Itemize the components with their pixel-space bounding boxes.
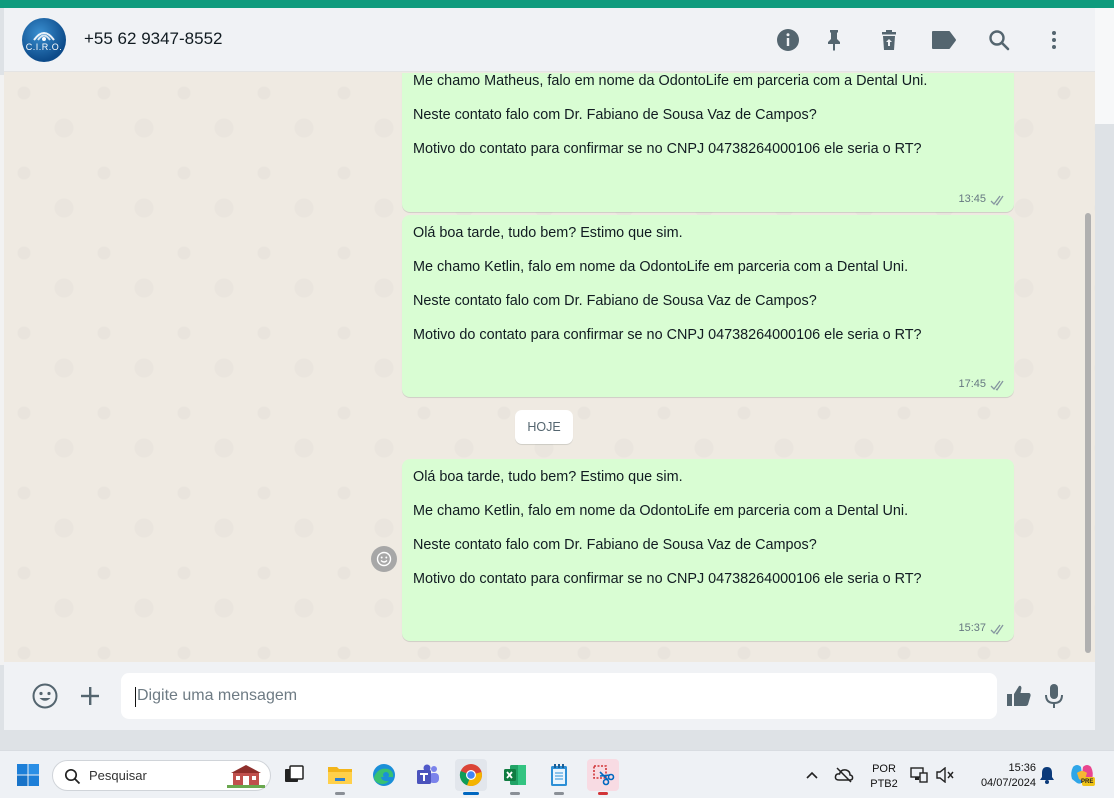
search-icon[interactable] bbox=[985, 26, 1013, 54]
running-indicator bbox=[554, 792, 564, 795]
message-time: 17:45 bbox=[958, 378, 986, 391]
menu-icon[interactable] bbox=[1040, 26, 1068, 54]
double-check-icon bbox=[990, 624, 1004, 635]
message-meta: 15:37 bbox=[958, 621, 1006, 637]
message-meta: 13:45 bbox=[958, 192, 1006, 208]
info-icon[interactable] bbox=[774, 26, 802, 54]
message-line: Neste contato falo com Dr. Fabiano de So… bbox=[413, 106, 817, 123]
show-hidden-icons-chevron-icon[interactable] bbox=[797, 759, 827, 791]
clock-time: 15:36 bbox=[1008, 762, 1036, 774]
chat-header: C.I.R.O. +55 62 9347-8552 bbox=[4, 8, 1095, 72]
microphone-icon[interactable] bbox=[1038, 680, 1070, 712]
onedrive-offline-icon[interactable] bbox=[829, 759, 859, 791]
message-bubble[interactable]: Olá boa tarde, tudo bem? Estimo que sim.… bbox=[402, 459, 1014, 641]
file-explorer-icon[interactable] bbox=[324, 759, 356, 795]
avatar[interactable]: C.I.R.O. bbox=[22, 18, 66, 62]
excel-icon[interactable] bbox=[499, 759, 531, 795]
emoji-icon[interactable] bbox=[29, 680, 61, 712]
running-indicator bbox=[510, 792, 520, 795]
whatsapp-window: C.I.R.O. +55 62 9347-8552 Me chamo Mathe… bbox=[4, 8, 1095, 730]
message-bubble[interactable]: Me chamo Matheus, falo em nome da Odonto… bbox=[402, 73, 1014, 212]
edge-icon[interactable] bbox=[368, 759, 400, 791]
search-icon bbox=[64, 768, 81, 785]
message-line: Motivo do contato para confirmar se no C… bbox=[413, 570, 922, 587]
clock[interactable]: 15:36 04/07/2024 bbox=[964, 761, 1036, 791]
message-time: 15:37 bbox=[958, 622, 986, 635]
copilot-icon[interactable]: PRE bbox=[1066, 759, 1098, 791]
pin-icon[interactable] bbox=[820, 26, 848, 54]
double-check-icon bbox=[990, 380, 1004, 391]
snipping-tool-icon[interactable] bbox=[587, 759, 619, 795]
message-line: Neste contato falo com Dr. Fabiano de So… bbox=[413, 536, 817, 553]
message-line: Me chamo Ketlin, falo em nome da OdontoL… bbox=[413, 502, 909, 519]
label-icon[interactable] bbox=[930, 26, 958, 54]
notification-bell-icon[interactable] bbox=[1036, 759, 1058, 791]
window-accent-stripe bbox=[0, 0, 1114, 8]
copilot-badge: PRE bbox=[1081, 779, 1094, 785]
avatar-logo-icon bbox=[33, 32, 55, 41]
message-input[interactable] bbox=[121, 673, 997, 719]
message-line: Motivo do contato para confirmar se no C… bbox=[413, 326, 922, 343]
message-line: Neste contato falo com Dr. Fabiano de So… bbox=[413, 292, 817, 309]
text-caret bbox=[135, 687, 136, 707]
language-label: POR bbox=[872, 763, 896, 775]
message-line: Me chamo Ketlin, falo em nome da OdontoL… bbox=[413, 258, 909, 275]
notepad-icon[interactable] bbox=[543, 759, 575, 795]
emoji-react-icon bbox=[376, 551, 392, 567]
taskbar-search[interactable]: Pesquisar bbox=[52, 760, 271, 791]
message-meta: 17:45 bbox=[958, 377, 1006, 393]
language-indicator[interactable]: POR PTB2 bbox=[866, 762, 902, 792]
running-indicator bbox=[335, 792, 345, 795]
clock-date: 04/07/2024 bbox=[980, 776, 1036, 789]
taskbar: Pesquisar POR PTB2 15:36 04/07/2024 PRE bbox=[0, 750, 1114, 798]
keyboard-layout-label: PTB2 bbox=[870, 777, 898, 790]
delete-icon[interactable] bbox=[875, 26, 903, 54]
task-view-icon[interactable] bbox=[278, 759, 310, 791]
composer bbox=[4, 662, 1095, 730]
thumbs-up-icon[interactable] bbox=[1003, 680, 1035, 712]
attach-plus-icon[interactable] bbox=[74, 680, 106, 712]
day-divider: HOJE bbox=[515, 410, 573, 444]
volume-muted-icon[interactable] bbox=[932, 759, 958, 791]
teams-icon[interactable] bbox=[412, 759, 444, 791]
background-window-edge bbox=[1095, 8, 1114, 124]
double-check-icon bbox=[990, 195, 1004, 206]
chrome-icon[interactable] bbox=[455, 759, 487, 795]
message-line: Olá boa tarde, tudo bem? Estimo que sim. bbox=[413, 469, 683, 485]
reaction-button[interactable] bbox=[371, 546, 397, 572]
message-line: Motivo do contato para confirmar se no C… bbox=[413, 140, 922, 157]
search-highlight-icon bbox=[227, 765, 265, 788]
network-icon[interactable] bbox=[906, 759, 932, 791]
search-placeholder: Pesquisar bbox=[89, 768, 147, 783]
message-line: Olá boa tarde, tudo bem? Estimo que sim. bbox=[413, 225, 683, 241]
running-indicator bbox=[598, 792, 608, 795]
message-bubble[interactable]: Olá boa tarde, tudo bem? Estimo que sim.… bbox=[402, 215, 1014, 397]
message-time: 13:45 bbox=[958, 193, 986, 206]
active-indicator bbox=[463, 792, 479, 795]
windows-start-icon[interactable] bbox=[12, 759, 44, 791]
scrollbar-thumb[interactable] bbox=[1085, 213, 1091, 653]
message-list[interactable]: Me chamo Matheus, falo em nome da Odonto… bbox=[4, 73, 1095, 662]
contact-name[interactable]: +55 62 9347-8552 bbox=[84, 29, 223, 49]
message-line: Me chamo Matheus, falo em nome da Odonto… bbox=[413, 73, 928, 89]
